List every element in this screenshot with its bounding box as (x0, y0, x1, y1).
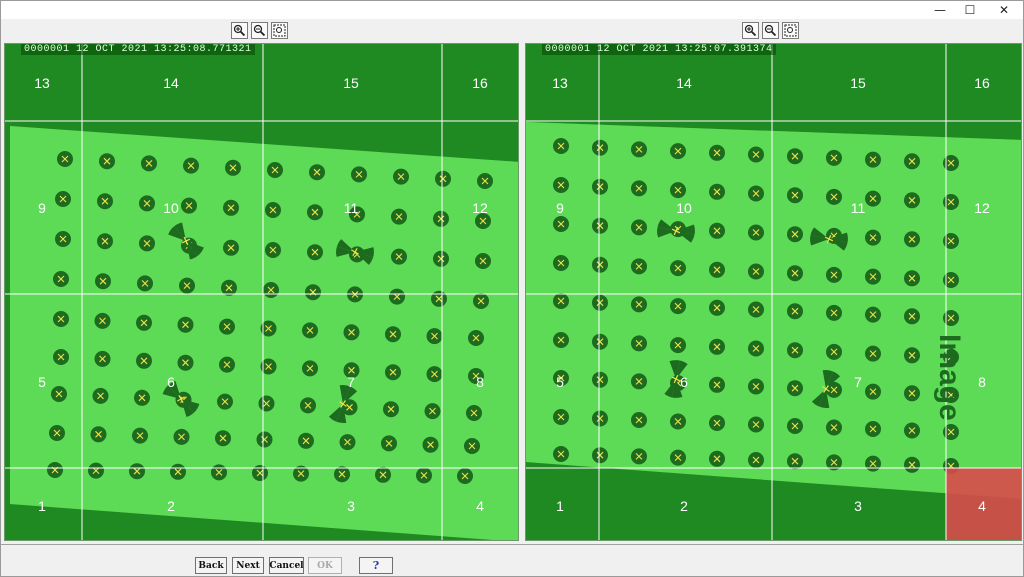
cell-number-label: 7 (854, 374, 862, 390)
cell-number-label: 15 (343, 75, 359, 91)
cell-number-label: 11 (343, 200, 359, 216)
left-zoom-toolbar (231, 22, 288, 40)
cell-number-label: 4 (978, 498, 986, 514)
cancel-button[interactable]: Cancel (269, 557, 304, 574)
zoom-out-icon (764, 24, 777, 37)
cell-number-label: 9 (556, 200, 564, 216)
zoom-in-icon (233, 24, 246, 37)
cell-number-label: 8 (476, 374, 484, 390)
cell-number-label: 5 (38, 374, 46, 390)
zoom-out-button[interactable] (762, 22, 779, 39)
title-bar: — ☐ ✕ (1, 1, 1023, 19)
cell-number-label: 13 (552, 75, 568, 91)
cell-number-label: 11 (850, 200, 866, 216)
cell-number-label: 1 (556, 498, 564, 514)
zoom-in-icon (744, 24, 757, 37)
fit-to-window-icon (784, 24, 797, 37)
minimize-button[interactable]: — (925, 1, 955, 19)
cell-number-label: 2 (680, 498, 688, 514)
cell-number-label: 8 (978, 374, 986, 390)
cell-number-label: 13 (34, 75, 50, 91)
cell-number-label: 4 (476, 498, 484, 514)
fit-button[interactable] (271, 22, 288, 39)
plate-watermark: Image (933, 334, 966, 421)
calibration-window: — ☐ ✕ 0000001 12 OCT 2021 13:25:08.77132… (0, 0, 1024, 577)
cell-number-label: 9 (38, 200, 46, 216)
next-button[interactable]: Next (232, 557, 264, 574)
cell-number-label: 14 (676, 75, 692, 91)
left-camera-view[interactable]: 0000001 12 OCT 2021 13:25:08.771321 13 14… (4, 43, 519, 541)
frame-timestamp: 0000001 12 OCT 2021 13:25:07.391374 (542, 44, 776, 55)
zoom-in-button[interactable] (742, 22, 759, 39)
cell-number-label: 6 (167, 374, 175, 390)
cell-number-label: 14 (163, 75, 179, 91)
zoom-out-icon (253, 24, 266, 37)
right-zoom-toolbar (742, 22, 799, 40)
left-calibration-image (5, 44, 518, 540)
cell-number-label: 6 (680, 374, 688, 390)
cell-number-label: 10 (676, 200, 692, 216)
zoom-out-button[interactable] (251, 22, 268, 39)
cell-number-label: 7 (347, 374, 355, 390)
cell-number-label: 12 (472, 200, 488, 216)
fit-button[interactable] (782, 22, 799, 39)
back-button[interactable]: Back (195, 557, 227, 574)
maximize-button[interactable]: ☐ (955, 1, 985, 19)
cell-number-label: 2 (167, 498, 175, 514)
cell-number-label: 12 (974, 200, 990, 216)
help-button[interactable]: ? (359, 557, 393, 574)
right-calibration-image (526, 44, 1021, 540)
fit-to-window-icon (273, 24, 286, 37)
ok-button[interactable]: OK (308, 557, 342, 574)
cell-number-label: 16 (974, 75, 990, 91)
cell-number-label: 3 (854, 498, 862, 514)
cell-number-label: 15 (850, 75, 866, 91)
right-camera-view[interactable]: 0000001 12 OCT 2021 13:25:07.391374 13 14… (525, 43, 1022, 541)
footer-divider (1, 544, 1023, 545)
frame-timestamp: 0000001 12 OCT 2021 13:25:08.771321 (21, 44, 255, 55)
zoom-in-button[interactable] (231, 22, 248, 39)
close-button[interactable]: ✕ (989, 1, 1019, 19)
cell-number-label: 16 (472, 75, 488, 91)
cell-number-label: 5 (556, 374, 564, 390)
cell-number-label: 1 (38, 498, 46, 514)
cell-number-label: 3 (347, 498, 355, 514)
cell-number-label: 10 (163, 200, 179, 216)
